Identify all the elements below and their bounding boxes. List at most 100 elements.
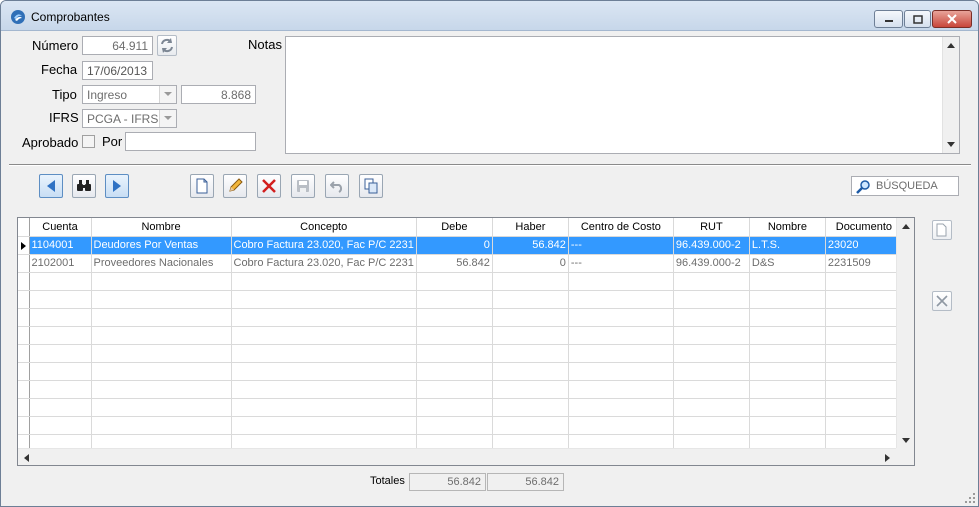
table-cell[interactable] — [91, 308, 232, 327]
tipo-number-field[interactable]: 8.868 — [181, 85, 256, 104]
table-cell[interactable] — [749, 308, 826, 327]
table-cell[interactable] — [231, 416, 417, 435]
table-cell[interactable] — [825, 290, 903, 309]
table-cell[interactable] — [673, 398, 750, 417]
table-row[interactable]: 1104001 Deudores Por Ventas Cobro Factura … — [18, 236, 903, 255]
table-cell[interactable] — [492, 272, 569, 291]
table-cell[interactable] — [492, 290, 569, 309]
row-indicator[interactable] — [18, 398, 30, 417]
table-cell[interactable] — [29, 380, 92, 399]
table-cell[interactable]: 96.439.000-2 — [673, 254, 750, 273]
table-cell[interactable] — [749, 380, 826, 399]
table-cell[interactable] — [673, 290, 750, 309]
table-cell[interactable] — [673, 344, 750, 363]
table-cell[interactable] — [416, 290, 493, 309]
new-button[interactable] — [190, 174, 214, 198]
table-cell[interactable]: Proveedores Nacionales — [91, 254, 232, 273]
delete-row-button[interactable] — [932, 291, 952, 311]
table-cell[interactable] — [749, 416, 826, 435]
table-cell[interactable] — [492, 344, 569, 363]
table-cell[interactable] — [492, 416, 569, 435]
table-cell[interactable] — [568, 362, 674, 381]
table-cell[interactable] — [749, 344, 826, 363]
row-indicator[interactable] — [18, 236, 30, 255]
delete-button[interactable] — [257, 174, 281, 198]
table-cell[interactable]: D&S — [749, 254, 826, 273]
table-cell[interactable] — [91, 290, 232, 309]
row-indicator[interactable] — [18, 380, 30, 399]
table-cell[interactable] — [749, 398, 826, 417]
empty-row[interactable] — [18, 398, 903, 417]
table-cell[interactable] — [673, 272, 750, 291]
table-cell[interactable] — [749, 326, 826, 345]
table-cell[interactable] — [749, 362, 826, 381]
minimize-button[interactable] — [874, 10, 903, 28]
row-indicator[interactable] — [18, 254, 30, 273]
table-cell[interactable] — [416, 344, 493, 363]
table-cell[interactable]: Cobro Factura 23.020, Fac P/C 2231 — [231, 236, 417, 255]
table-cell[interactable]: --- — [568, 254, 674, 273]
table-cell[interactable] — [91, 272, 232, 291]
table-cell[interactable] — [825, 344, 903, 363]
table-cell[interactable] — [91, 416, 232, 435]
table-cell[interactable]: 23020 — [825, 236, 903, 255]
empty-row[interactable] — [18, 380, 903, 399]
table-cell[interactable] — [416, 398, 493, 417]
table-cell[interactable] — [825, 398, 903, 417]
refresh-number-button[interactable] — [157, 35, 177, 56]
table-cell[interactable]: 56.842 — [416, 254, 493, 273]
numero-field[interactable]: 64.911 — [82, 36, 153, 55]
title-bar[interactable]: Comprobantes — [1, 1, 978, 31]
table-cell[interactable] — [29, 416, 92, 435]
table-cell[interactable] — [416, 380, 493, 399]
table-cell[interactable] — [416, 272, 493, 291]
find-button[interactable] — [72, 174, 96, 198]
fecha-field[interactable]: 17/06/2013 — [82, 61, 153, 80]
table-cell[interactable] — [825, 362, 903, 381]
save-button[interactable] — [291, 174, 315, 198]
table-cell[interactable]: 2102001 — [29, 254, 92, 273]
row-indicator[interactable] — [18, 344, 30, 363]
next-button[interactable] — [105, 174, 129, 198]
grid-vertical-scrollbar[interactable] — [896, 218, 914, 448]
table-cell[interactable] — [568, 272, 674, 291]
grid-horizontal-scrollbar[interactable] — [18, 448, 896, 465]
table-cell[interactable] — [568, 308, 674, 327]
empty-row[interactable] — [18, 290, 903, 309]
table-cell[interactable] — [29, 272, 92, 291]
table-cell[interactable] — [29, 308, 92, 327]
table-cell[interactable] — [492, 398, 569, 417]
table-cell[interactable]: 1104001 — [29, 236, 92, 255]
table-cell[interactable] — [91, 398, 232, 417]
table-cell[interactable] — [91, 380, 232, 399]
edit-button[interactable] — [223, 174, 247, 198]
table-cell[interactable] — [673, 308, 750, 327]
table-cell[interactable] — [673, 362, 750, 381]
table-cell[interactable] — [29, 344, 92, 363]
table-cell[interactable] — [492, 326, 569, 345]
table-cell[interactable] — [825, 380, 903, 399]
notas-textarea[interactable] — [285, 36, 960, 154]
table-cell[interactable] — [416, 362, 493, 381]
table-cell[interactable] — [29, 326, 92, 345]
empty-row[interactable] — [18, 272, 903, 291]
column-header[interactable]: RUT — [673, 218, 750, 237]
maximize-button[interactable] — [904, 10, 931, 28]
table-cell[interactable] — [825, 416, 903, 435]
table-cell[interactable] — [749, 290, 826, 309]
column-header[interactable]: Haber — [492, 218, 569, 237]
table-cell[interactable] — [231, 326, 417, 345]
empty-row[interactable] — [18, 326, 903, 345]
row-indicator[interactable] — [18, 272, 30, 291]
table-cell[interactable] — [568, 380, 674, 399]
table-cell[interactable] — [416, 416, 493, 435]
table-cell[interactable] — [825, 308, 903, 327]
ifrs-select[interactable]: PCGA - IFRS — [82, 109, 177, 128]
table-cell[interactable] — [231, 290, 417, 309]
table-cell[interactable]: L.T.S. — [749, 236, 826, 255]
table-cell[interactable] — [492, 380, 569, 399]
table-cell[interactable]: 0 — [416, 236, 493, 255]
table-cell[interactable] — [568, 290, 674, 309]
por-field[interactable] — [125, 132, 256, 151]
row-indicator[interactable] — [18, 326, 30, 345]
